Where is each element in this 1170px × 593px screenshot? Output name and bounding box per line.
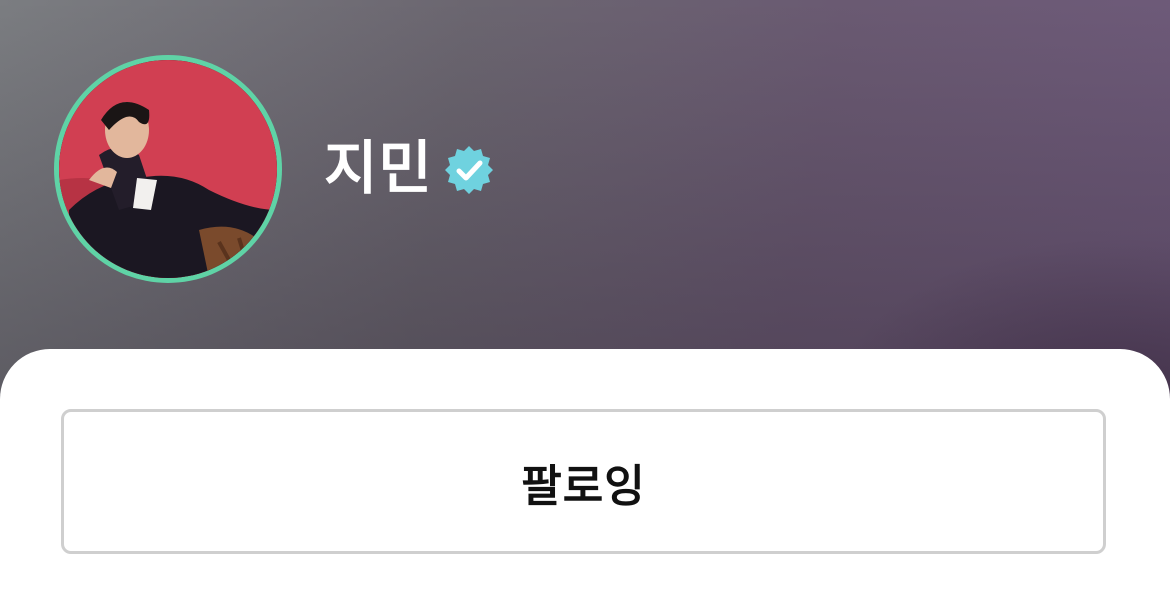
following-button[interactable]: 팔로잉 (61, 409, 1106, 554)
profile-name-row: 지민 (324, 128, 495, 208)
avatar-ring[interactable] (54, 55, 282, 283)
verified-badge-icon (444, 146, 493, 194)
profile-name: 지민 (324, 134, 433, 202)
profile-action-sheet: 팔로잉 (0, 349, 1170, 593)
following-button-label: 팔로잉 (521, 460, 646, 512)
avatar-photo (59, 60, 277, 278)
avatar[interactable] (59, 60, 277, 278)
